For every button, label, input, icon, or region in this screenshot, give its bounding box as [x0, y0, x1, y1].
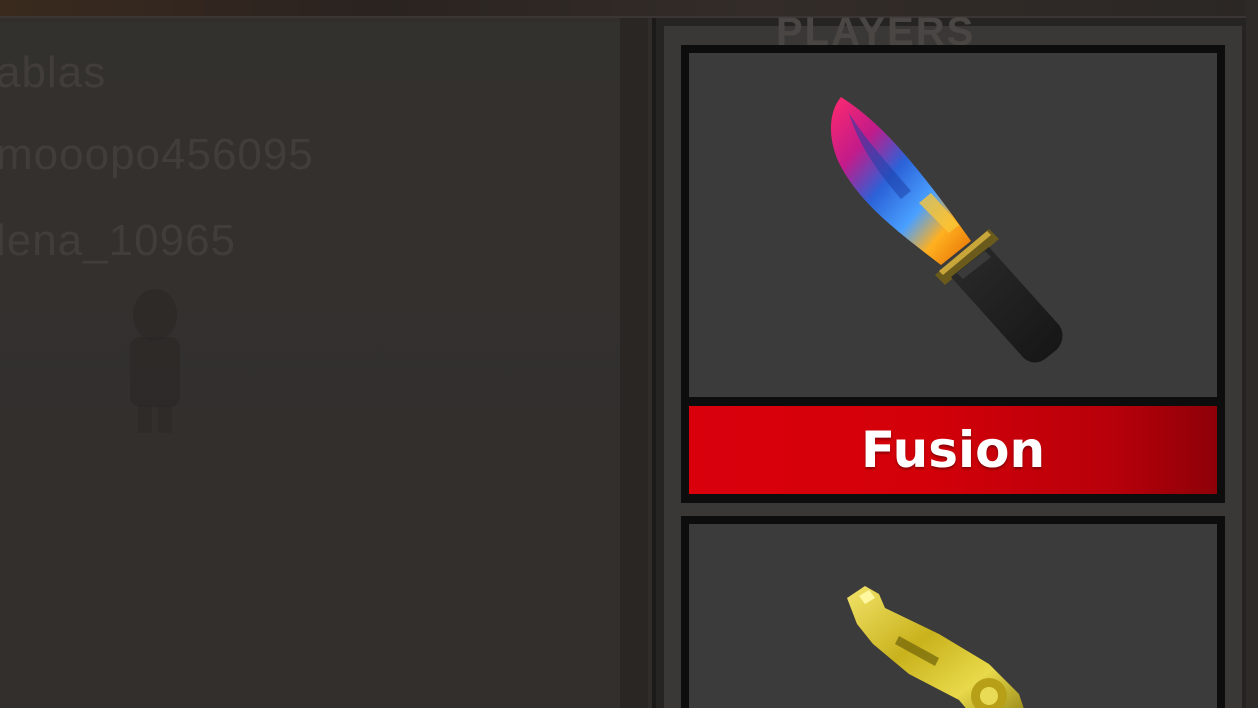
screen-edge [1246, 0, 1258, 708]
gold-gun-icon [847, 586, 1024, 708]
game-screen: ablas mooopo456095 lena_10965 PLAYERS Fu… [0, 0, 1258, 708]
item-image [689, 524, 1217, 708]
player-name[interactable]: ablas [0, 48, 106, 98]
rainbow-knife-icon [830, 97, 1063, 363]
panel-divider [620, 18, 648, 708]
players-list-background [0, 22, 620, 708]
player-name[interactable]: mooopo456095 [0, 130, 314, 180]
item-image [689, 53, 1217, 397]
inventory-item-card[interactable]: Fusion [681, 45, 1225, 503]
item-rarity-banner: Fusion [689, 406, 1217, 494]
players-list-panel [0, 18, 645, 708]
player-name[interactable]: lena_10965 [0, 216, 236, 266]
player-avatar-icon [130, 289, 180, 433]
top-bar [0, 0, 1258, 18]
item-name: Fusion [860, 421, 1046, 479]
inventory-item-card[interactable] [681, 516, 1225, 708]
